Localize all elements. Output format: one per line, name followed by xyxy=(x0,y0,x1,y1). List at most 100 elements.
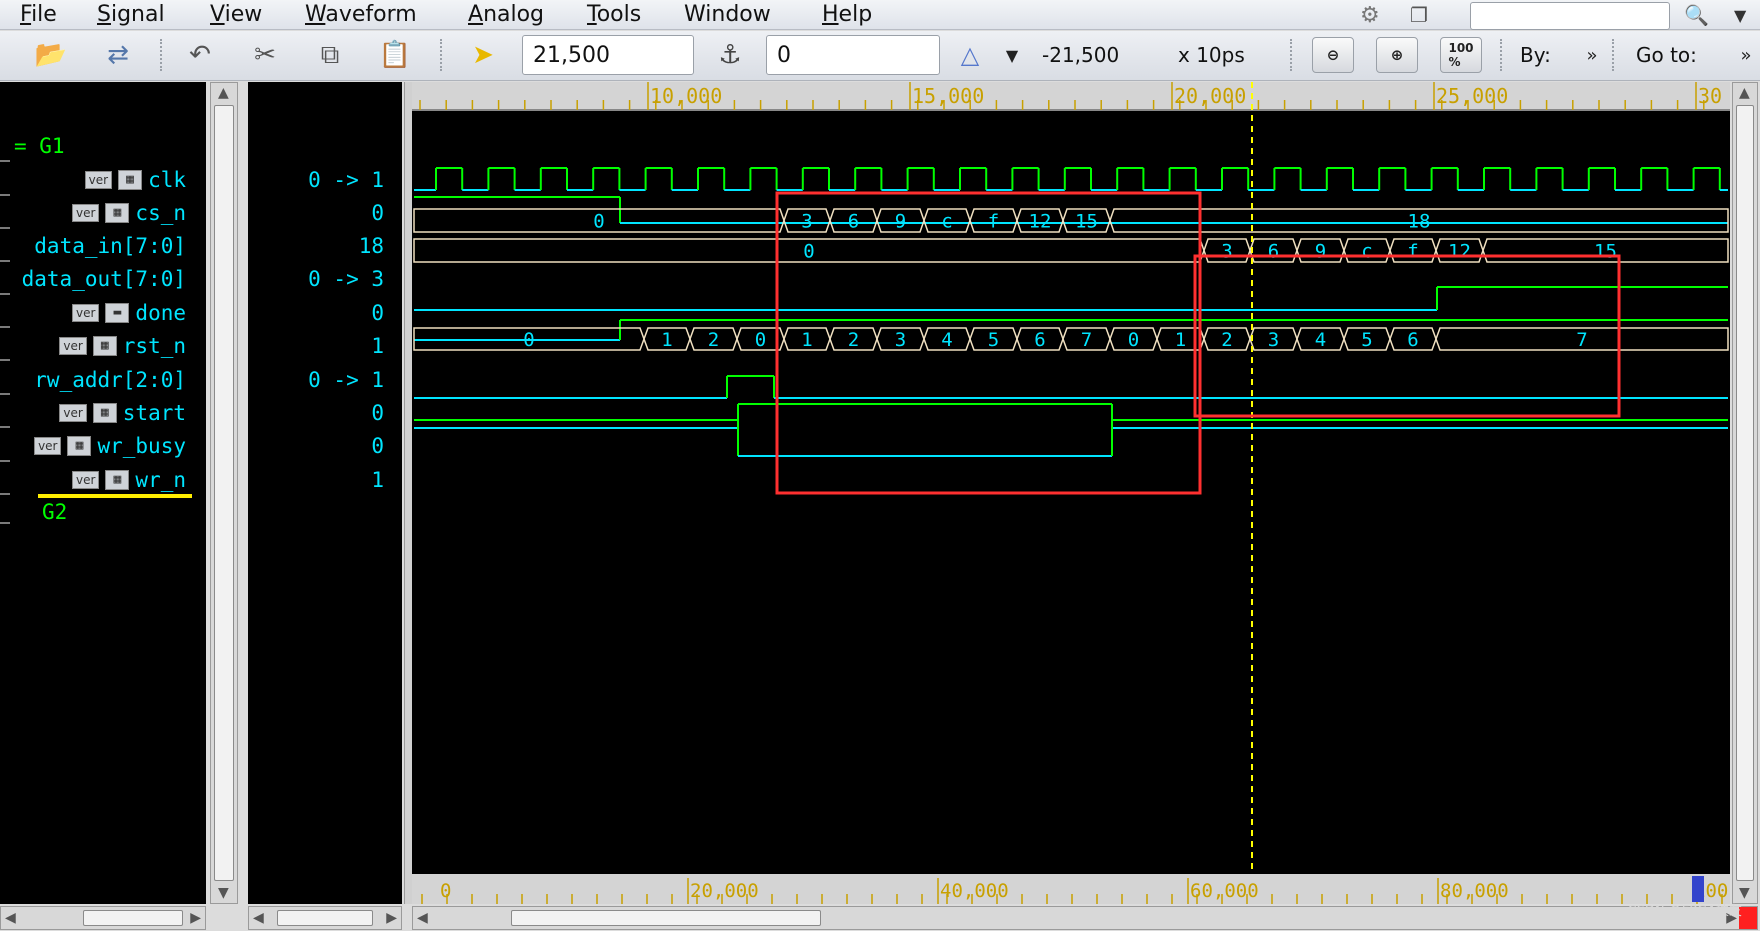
rw-addr-value: 3 xyxy=(1268,329,1279,351)
waveform-vscroll[interactable]: ▲ ▼ xyxy=(1732,82,1758,904)
menu-waveform[interactable]: Waveform xyxy=(305,2,417,27)
waveform-hscroll[interactable]: ◀ ▶ xyxy=(412,906,1758,930)
signal-name-rw-addr[interactable]: rw_addr[2:0] xyxy=(34,365,186,395)
by-label: By: xyxy=(1520,43,1551,67)
menu-window[interactable]: Window xyxy=(684,2,771,27)
rw-addr-value: 2 xyxy=(848,329,859,351)
signal-name-wr-n[interactable]: ver ▦ wr_n xyxy=(72,465,186,495)
restore-window-icon[interactable]: ❐ xyxy=(1410,0,1428,30)
group-g1-label[interactable]: = G1 xyxy=(14,134,65,158)
overview-position-marker[interactable] xyxy=(1692,876,1704,902)
search-input[interactable] xyxy=(1470,2,1670,30)
scroll-down-icon[interactable]: ▼ xyxy=(218,885,229,901)
menu-signal[interactable]: Signal xyxy=(97,2,165,27)
value-wr-busy: 0 xyxy=(371,434,384,458)
toolbar-separator xyxy=(1500,39,1503,71)
scroll-thumb[interactable] xyxy=(511,910,821,926)
bottom-ruler-label: 0 xyxy=(440,880,451,902)
scroll-left-icon[interactable]: ◀ xyxy=(417,910,428,926)
signal-name-rst-n[interactable]: ver ▦ rst_n xyxy=(59,331,186,361)
value-wr-n: 1 xyxy=(371,468,384,492)
data-in-value: 6 xyxy=(848,211,859,233)
open-folder-icon[interactable]: 📂 xyxy=(28,36,74,74)
signal-pane-vscroll[interactable]: ▲ ▼ xyxy=(210,82,238,904)
verilog-signal-icon: ▦ xyxy=(67,436,92,456)
scroll-left-icon[interactable]: ◀ xyxy=(253,910,264,926)
signal-name-start[interactable]: ver ▦ start xyxy=(59,398,186,428)
tree-tick xyxy=(0,426,10,428)
delta-dropdown-icon[interactable]: ▼ xyxy=(1000,36,1024,74)
menu-view[interactable]: View xyxy=(210,2,262,27)
scroll-right-icon[interactable]: ▶ xyxy=(386,910,397,926)
paste-icon[interactable]: 📋 xyxy=(375,36,415,74)
marker-time-field[interactable] xyxy=(766,35,940,75)
zoom-in-icon[interactable]: ⊕ xyxy=(1376,37,1418,73)
settings-gear-icon[interactable]: ⚙ xyxy=(1360,0,1380,30)
pane-splitter[interactable] xyxy=(404,82,412,904)
undo-icon[interactable]: ↶ xyxy=(180,36,220,74)
group-g2-label[interactable]: G2 xyxy=(42,500,67,524)
rw-addr-value: 2 xyxy=(708,329,719,351)
scroll-up-icon[interactable]: ▲ xyxy=(218,85,229,101)
pointer-arrow-icon[interactable]: ➤ xyxy=(466,36,500,74)
cursor-time-field[interactable] xyxy=(522,35,694,75)
swap-icon[interactable]: ⇄ xyxy=(96,36,140,74)
top-timeline-ruler xyxy=(412,82,1730,110)
data-in-value: 12 xyxy=(1029,211,1052,233)
rw-addr-value: 6 xyxy=(1407,329,1418,351)
rw-addr-value: 0 xyxy=(755,329,766,351)
chevron-down-icon[interactable]: ▼ xyxy=(1734,0,1746,30)
rw-addr-value: 3 xyxy=(895,329,906,351)
data-in-value: f xyxy=(988,211,999,233)
scroll-thumb[interactable] xyxy=(83,910,183,926)
menu-help[interactable]: Help xyxy=(822,2,872,27)
waveform-canvas[interactable]: 10,000 15,000 20,000 25,000 30 0 3 6 9 c f 12 1… xyxy=(412,82,1730,904)
signal-name-data-out[interactable]: data_out[7:0] xyxy=(22,264,186,294)
bottom-ruler-label: 20,000 xyxy=(690,880,759,902)
tree-tick xyxy=(0,293,10,295)
signal-name-data-in[interactable]: data_in[7:0] xyxy=(34,231,186,261)
value-rst-n: 1 xyxy=(371,334,384,358)
scroll-thumb[interactable] xyxy=(277,910,373,926)
zoom-out-icon[interactable]: ⊖ xyxy=(1312,37,1354,73)
value-cs-n: 0 xyxy=(371,201,384,225)
search-icon[interactable]: 🔍 xyxy=(1684,0,1709,30)
copy-icon[interactable]: ⧉ xyxy=(310,36,350,74)
data-out-value: c xyxy=(1361,241,1372,263)
by-expand-icon[interactable]: » xyxy=(1578,36,1606,74)
signal-name-cs-n[interactable]: ver ▦ cs_n xyxy=(72,198,186,228)
signal-name-pane: = G1 ver ▦ clk ver ▦ cs_n data_in[7:0] data_… xyxy=(0,82,206,904)
value-pane-hscroll[interactable]: ◀ ▶ xyxy=(248,906,402,930)
verilog-signal-icon: ▦ xyxy=(118,170,143,190)
cut-icon[interactable]: ✂ xyxy=(245,36,285,74)
signal-name-wr-busy[interactable]: ver ▦ wr_busy xyxy=(34,431,186,461)
bottom-ruler-label: 80,000 xyxy=(1440,880,1509,902)
tree-tick xyxy=(0,194,10,196)
tree-tick xyxy=(0,393,10,395)
menu-analog[interactable]: Analog xyxy=(468,2,544,27)
scroll-up-icon[interactable]: ▲ xyxy=(1739,85,1750,101)
menu-tools[interactable]: Tools xyxy=(587,2,641,27)
signal-name-clk[interactable]: ver ▦ clk xyxy=(84,165,186,195)
top-ruler-label: 25,000 xyxy=(1436,84,1508,108)
signal-pane-hscroll[interactable]: ◀ ▶ xyxy=(0,906,206,930)
signal-name-done[interactable]: ver ▬ done xyxy=(72,298,186,328)
scroll-right-icon[interactable]: ▶ xyxy=(190,910,201,926)
marker-icon[interactable]: ⚓ xyxy=(710,36,750,74)
scroll-down-icon[interactable]: ▼ xyxy=(1739,885,1750,901)
rw-addr-value: 4 xyxy=(941,329,952,351)
goto-expand-icon[interactable]: » xyxy=(1734,36,1758,74)
scroll-thumb[interactable] xyxy=(214,105,234,881)
scroll-thumb[interactable] xyxy=(1736,105,1754,881)
data-out-value: 12 xyxy=(1448,241,1471,263)
rw-addr-value: 4 xyxy=(1315,329,1326,351)
rw-addr-value: 5 xyxy=(988,329,999,351)
data-out-value: 3 xyxy=(1221,241,1232,263)
toolbar: 📂 ⇄ ↶ ✂ ⧉ 📋 ➤ ⚓ △ ▼ -21,500 x 10ps ⊖ ⊕ 1… xyxy=(0,31,1760,81)
zoom-100-button[interactable]: 100 % xyxy=(1440,37,1482,73)
menu-file[interactable]: File xyxy=(20,2,57,27)
scroll-left-icon[interactable]: ◀ xyxy=(5,910,16,926)
delta-triangle-icon[interactable]: △ xyxy=(952,36,988,74)
data-out-value: 6 xyxy=(1268,241,1279,263)
selection-underline xyxy=(38,494,192,498)
